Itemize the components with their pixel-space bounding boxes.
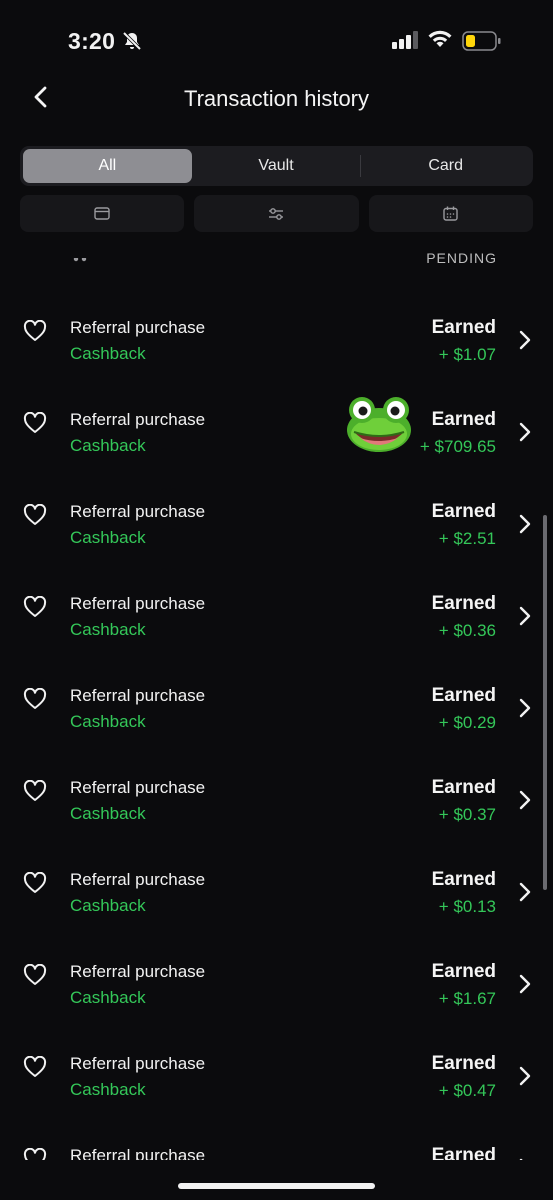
transaction-row[interactable]: Referral purchase Cashback Earned + $1.67 [0,930,553,1022]
page-title: Transaction history [183,86,370,111]
transaction-name: Referral purchase [70,410,206,429]
transaction-row[interactable]: Referral purchase Cashback Earned + $709.65 [0,378,553,470]
bell-muted-icon [121,30,143,57]
transaction-name: Referral purchase [70,962,206,981]
transaction-amount: + $709.65 [419,437,496,456]
chevron-right-icon [519,514,531,534]
transaction-name: Referral purchase [70,318,206,337]
transaction-row[interactable]: Referral purchase Cashback Earned + $0.36 [0,562,553,654]
transaction-status: Earned [431,1145,496,1160]
transaction-row[interactable]: Referral purchase Cashback Earned + $1.07 [0,286,553,378]
sliders-icon [269,207,284,220]
transaction-amount: + $0.47 [438,1081,496,1100]
heart-icon[interactable] [23,596,47,618]
status-time: 3:20 [68,28,116,54]
tab-vault-label: Vault [258,157,294,174]
transaction-amount: + $0.29 [438,713,496,732]
transaction-status: Earned [431,317,496,338]
wifi-icon [427,29,453,54]
heart-icon[interactable] [23,320,47,342]
transaction-status: Earned [431,1053,496,1074]
filter-bar [20,195,533,232]
chevron-right-icon [519,1158,523,1160]
transaction-row[interactable]: Referral purchase Cashback Earned + $0.29 [0,654,553,746]
segmented-control: All Vault Card [20,146,533,186]
tab-vault[interactable]: Vault [192,149,361,183]
heart-icon[interactable] [23,780,47,802]
transaction-category: Cashback [70,620,146,639]
battery-icon [462,30,502,57]
heart-icon[interactable] [23,872,47,894]
transaction-status: Earned [431,685,496,706]
heart-icon-partial [73,258,87,262]
tab-card-label: Card [428,157,464,174]
heart-icon[interactable] [23,412,47,434]
chevron-right-icon [519,882,531,902]
transaction-list[interactable]: PENDING Referral purchase Cashback Earned +… [0,240,553,1160]
transaction-status: Earned [431,409,496,430]
transaction-row[interactable]: Referral purchase Cashback Earned + $2.51 [0,470,553,562]
transaction-name: Referral purchase [70,870,206,889]
heart-icon[interactable] [23,1056,47,1078]
chevron-right-icon [519,330,531,350]
transaction-status: Earned [431,501,496,522]
transaction-category: Cashback [70,528,146,547]
transaction-category: Cashback [70,712,146,731]
transaction-name: Referral purchase [70,1054,206,1073]
chevron-right-icon [519,1066,531,1086]
calendar-icon [443,206,459,221]
transaction-amount: + $1.07 [438,345,496,364]
heart-icon[interactable] [23,688,47,710]
transaction-row[interactable]: Referral purchase Cashback Earned + $0.13 [0,838,553,930]
transaction-row[interactable]: Referral purchase Earned [0,1114,553,1160]
home-indicator[interactable] [178,1183,375,1189]
tab-all-label: All [98,157,117,174]
chevron-right-icon [519,790,531,810]
transaction-category: Cashback [70,344,146,363]
transaction-status-partial: PENDING [426,250,497,266]
transaction-amount: + $2.51 [438,529,496,548]
transaction-status: Earned [431,869,496,890]
frog-emoji-icon [344,394,414,454]
chevron-right-icon [519,422,531,442]
tab-all[interactable]: All [23,149,192,183]
chevron-right-icon [519,606,531,626]
filter-options-button[interactable] [194,195,359,232]
transaction-category: Cashback [70,988,146,1007]
transaction-status: Earned [431,961,496,982]
transaction-row[interactable]: Referral purchase Cashback Earned + $0.47 [0,1022,553,1114]
filter-card-button[interactable] [20,195,185,232]
heart-icon[interactable] [23,504,47,526]
transaction-name: Referral purchase [70,502,206,521]
transaction-status: Earned [431,777,496,798]
transaction-category: Cashback [70,436,146,455]
transaction-category: Cashback [70,1080,146,1099]
transaction-row[interactable]: Referral purchase Cashback Earned + $0.37 [0,746,553,838]
heart-icon[interactable] [23,964,47,986]
list-item-partial[interactable]: PENDING [0,250,553,268]
heart-icon[interactable] [23,1148,47,1160]
status-bar: 3:20 [0,0,553,80]
transaction-name: Referral purchase [70,1146,206,1160]
scrollbar[interactable] [543,515,547,890]
transaction-amount: + $0.13 [438,897,496,916]
filter-date-button[interactable] [368,195,533,232]
chevron-right-icon [519,974,531,994]
transaction-name: Referral purchase [70,686,206,705]
transaction-name: Referral purchase [70,778,206,797]
transaction-amount: + $1.67 [438,989,496,1008]
screen: 3:20 Transaction history All Vault Card … [0,0,553,1200]
transaction-category: Cashback [70,804,146,823]
transaction-amount: + $0.37 [438,805,496,824]
transaction-status: Earned [431,593,496,614]
transaction-category: Cashback [70,896,146,915]
tab-card[interactable]: Card [361,149,530,183]
transaction-amount: + $0.36 [438,621,496,640]
chevron-right-icon [519,698,531,718]
transaction-name: Referral purchase [70,594,206,613]
card-icon [94,207,110,220]
cellular-signal-icon [392,31,420,54]
